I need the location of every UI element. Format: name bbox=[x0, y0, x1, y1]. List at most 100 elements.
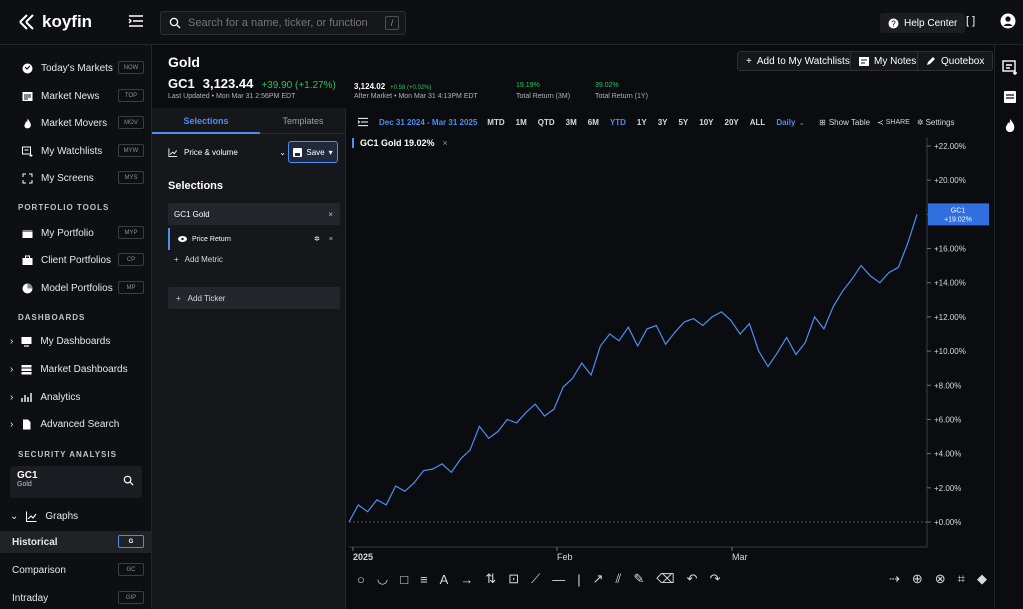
chevron-down-icon: ⌄ bbox=[279, 147, 286, 157]
line-chart-icon bbox=[168, 147, 178, 157]
metric-row[interactable]: Price Return ✲ × bbox=[168, 228, 340, 250]
sidebar-item-market-dashboards[interactable]: › Market Dashboards bbox=[0, 358, 152, 380]
page-title: Gold bbox=[168, 54, 200, 70]
settings-button[interactable]: Settings bbox=[926, 118, 955, 127]
show-table-button[interactable]: Show Table bbox=[829, 118, 870, 127]
my-notes-button[interactable]: My Notes bbox=[850, 51, 926, 71]
help-center-button[interactable]: ? Help Center bbox=[880, 13, 966, 33]
circle-tool-icon[interactable]: ○ bbox=[357, 572, 365, 587]
user-icon[interactable] bbox=[1000, 13, 1016, 29]
tab-selections[interactable]: Selections bbox=[152, 108, 260, 134]
visibility-icon[interactable]: ◆ bbox=[977, 571, 987, 587]
range-button-qtd[interactable]: QTD bbox=[538, 118, 555, 127]
redo-icon[interactable]: ↷ bbox=[710, 571, 721, 587]
pin-icon[interactable]: ⊗ bbox=[935, 571, 946, 587]
ticker-name: Gold bbox=[17, 481, 32, 488]
undo-icon[interactable]: ↶ bbox=[687, 571, 698, 587]
range-button-1y[interactable]: 1Y bbox=[637, 118, 647, 127]
range-button-mtd[interactable]: MTD bbox=[487, 118, 504, 127]
trendline-tool-icon[interactable]: ⟋ bbox=[531, 571, 540, 587]
sidebar-item-model-portfolios[interactable]: Model Portfolios MP bbox=[0, 277, 152, 299]
interval-dropdown[interactable]: Daily bbox=[776, 118, 795, 127]
flame-icon[interactable] bbox=[1002, 118, 1018, 134]
arc-tool-icon[interactable]: ◡ bbox=[377, 571, 388, 587]
range-button-all[interactable]: ALL bbox=[750, 118, 766, 127]
sidebar-item-my-watchlists[interactable]: My Watchlists MYW bbox=[0, 140, 152, 162]
collapse-panel-icon[interactable] bbox=[357, 117, 369, 127]
callout-tool-icon[interactable]: ⊡ bbox=[508, 571, 519, 587]
sidebar-item-historical[interactable]: Historical G bbox=[0, 531, 152, 553]
sidebar-item-graphs[interactable]: ⌄ Graphs bbox=[0, 505, 152, 527]
ray-tool-icon[interactable]: ↗ bbox=[593, 571, 604, 587]
crosshair-mode-icon[interactable]: ⇢ bbox=[889, 571, 900, 587]
ticker-row-label: GC1 Gold bbox=[174, 209, 210, 219]
close-icon[interactable]: × bbox=[328, 210, 333, 219]
save-icon bbox=[293, 147, 303, 157]
save-button[interactable]: Save ▾ bbox=[288, 141, 338, 163]
delete-icon[interactable]: ⌫ bbox=[656, 571, 674, 587]
range-button-3m[interactable]: 3M bbox=[566, 118, 577, 127]
security-ticker-box[interactable]: GC1 Gold bbox=[10, 466, 142, 498]
price-range-tool-icon[interactable]: ⇅ bbox=[485, 571, 496, 587]
vertical-line-tool-icon[interactable]: | bbox=[577, 572, 580, 587]
sidebar-item-analytics[interactable]: › Analytics bbox=[0, 386, 152, 408]
range-button-20y[interactable]: 20Y bbox=[725, 118, 739, 127]
fib-tool-icon[interactable]: ≡ bbox=[420, 572, 428, 587]
add-ticker-button[interactable]: + Add Ticker bbox=[168, 287, 340, 309]
tab-templates[interactable]: Templates bbox=[260, 116, 346, 126]
range-button-ytd[interactable]: YTD bbox=[610, 118, 626, 127]
sidebar-item-market-news[interactable]: Market News TOP bbox=[0, 85, 152, 107]
chart-type-dropdown[interactable]: Price & volume ⌄ bbox=[168, 141, 286, 163]
text-tool-icon[interactable]: A bbox=[440, 572, 449, 587]
screens-icon bbox=[22, 173, 33, 183]
add-to-watchlist-button[interactable]: + Add to My Watchlists bbox=[737, 51, 859, 71]
rectangle-tool-icon[interactable]: □ bbox=[400, 572, 408, 587]
sidebar-item-my-portfolio[interactable]: My Portfolio MYP bbox=[0, 222, 152, 244]
sidebar-item-intraday[interactable]: Intraday GIP bbox=[0, 587, 152, 609]
channel-tool-icon[interactable]: ⫽ bbox=[616, 571, 622, 587]
grid-icon bbox=[21, 364, 32, 374]
close-icon[interactable]: × bbox=[443, 138, 448, 148]
target-icon[interactable]: ⊕ bbox=[912, 571, 923, 587]
dashboards-heading: DASHBOARDS bbox=[18, 313, 86, 322]
quote-symbol: GC1 bbox=[168, 76, 195, 91]
eye-icon[interactable] bbox=[178, 236, 187, 242]
sidebar-item-comparison[interactable]: Comparison GC bbox=[0, 559, 152, 581]
notes-icon[interactable] bbox=[1002, 89, 1018, 105]
sidebar-item-label: Graphs bbox=[45, 510, 79, 522]
search-bar[interactable]: / bbox=[160, 11, 406, 35]
koyfin-logo[interactable]: koyfin bbox=[18, 12, 92, 32]
fullscreen-icon[interactable]: [ ] bbox=[966, 15, 975, 27]
ticker-selection-row[interactable]: GC1 Gold × bbox=[168, 203, 340, 225]
sidebar-item-my-screens[interactable]: My Screens MYS bbox=[0, 167, 152, 189]
gear-icon[interactable]: ✲ bbox=[314, 235, 320, 243]
plus-icon: + bbox=[746, 55, 752, 67]
watchlist-add-icon[interactable] bbox=[1002, 59, 1018, 75]
search-icon[interactable] bbox=[123, 475, 134, 486]
search-input[interactable] bbox=[188, 17, 378, 29]
sidebar-item-my-dashboards[interactable]: › My Dashboards bbox=[0, 330, 152, 352]
return-1y-value: 39.02% bbox=[595, 82, 619, 89]
collapse-menu-icon[interactable] bbox=[128, 14, 144, 28]
close-icon[interactable]: × bbox=[329, 236, 333, 243]
horizontal-line-tool-icon[interactable]: — bbox=[552, 572, 565, 587]
news-icon bbox=[22, 91, 33, 101]
range-button-1m[interactable]: 1M bbox=[516, 118, 527, 127]
add-metric-button[interactable]: + Add Metric bbox=[174, 255, 223, 264]
range-button-6m[interactable]: 6M bbox=[588, 118, 599, 127]
range-button-5y[interactable]: 5Y bbox=[678, 118, 688, 127]
chart-legend[interactable]: GC1 Gold 19.02% × bbox=[352, 138, 448, 148]
share-button[interactable]: SHARE bbox=[886, 119, 910, 126]
date-range-picker[interactable]: Dec 31 2024 - Mar 31 2025 bbox=[379, 118, 477, 127]
magnet-icon[interactable]: ⌗ bbox=[958, 571, 965, 587]
sidebar-item-todays-markets[interactable]: Today's Markets NOW bbox=[0, 57, 152, 79]
range-button-3y[interactable]: 3Y bbox=[658, 118, 668, 127]
quotebox-button[interactable]: Quotebox bbox=[917, 51, 994, 71]
pen-tool-icon[interactable]: ✎ bbox=[633, 571, 644, 587]
arrow-tool-icon[interactable]: → bbox=[460, 572, 473, 587]
sidebar-item-client-portfolios[interactable]: Client Portfolios CP bbox=[0, 249, 152, 271]
price-chart[interactable]: +22.00%+20.00%+18.00%+16.00%+14.00%+12.0… bbox=[347, 137, 994, 609]
sidebar-item-advanced-search[interactable]: › Advanced Search bbox=[0, 413, 152, 435]
sidebar-item-market-movers[interactable]: Market Movers MOV bbox=[0, 112, 152, 134]
range-button-10y[interactable]: 10Y bbox=[699, 118, 713, 127]
